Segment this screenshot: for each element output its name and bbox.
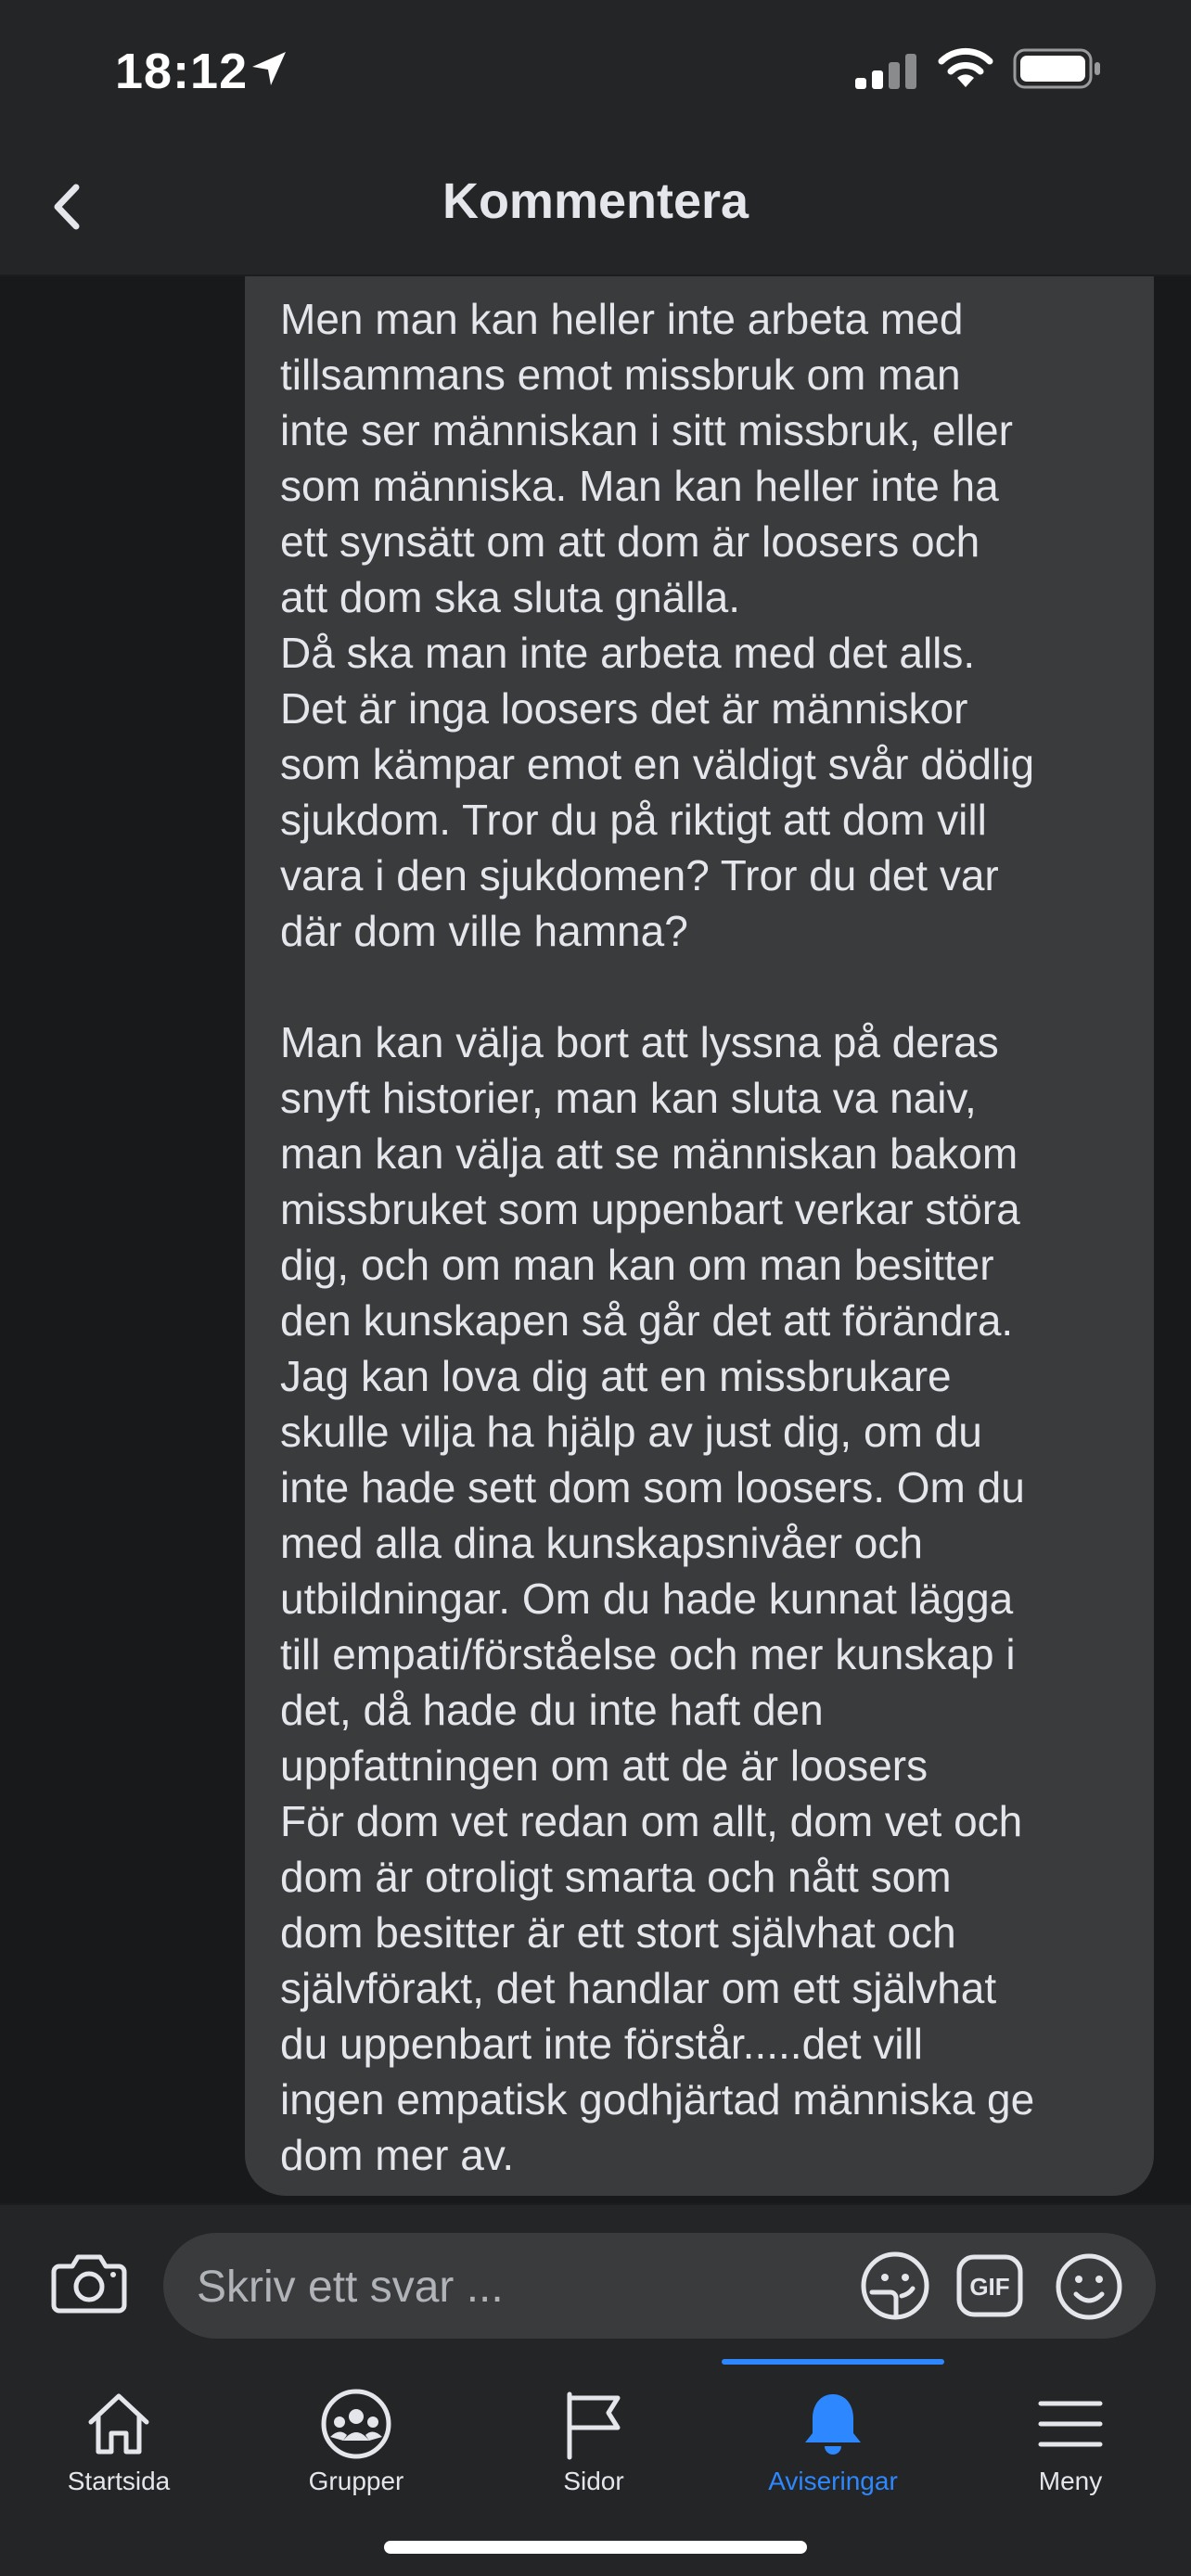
tab-label: Meny <box>1038 2467 1103 2495</box>
groups-icon <box>321 2389 391 2459</box>
flag-icon <box>567 2391 621 2460</box>
battery-icon <box>1013 48 1100 89</box>
bell-icon <box>805 2394 861 2455</box>
page-title: Kommentera <box>442 173 749 229</box>
reply-bar: GIF <box>0 2203 1191 2361</box>
comment-text: Men man kan heller inte arbeta med tills… <box>280 295 1035 2179</box>
home-icon <box>88 2393 149 2455</box>
gif-icon[interactable]: GIF <box>955 2251 1024 2320</box>
reply-input[interactable] <box>195 2233 866 2340</box>
sticker-icon[interactable] <box>857 2248 933 2324</box>
hamburger-menu-icon <box>1038 2401 1103 2447</box>
comment-thread: Men man kan heller inte arbeta med tills… <box>0 276 1191 2203</box>
tab-label: Grupper <box>308 2467 404 2495</box>
svg-text:GIF: GIF <box>969 2273 1009 2301</box>
emoji-icon[interactable] <box>1054 2251 1124 2322</box>
tab-meny[interactable]: Meny <box>952 2378 1189 2544</box>
location-arrow-icon <box>252 52 286 85</box>
tab-grupper[interactable]: Grupper <box>237 2378 475 2544</box>
cellular-signal-icon <box>855 54 916 89</box>
tab-startsida[interactable]: Startsida <box>0 2378 237 2544</box>
tab-sidor[interactable]: Sidor <box>475 2378 712 2544</box>
app-header: Kommentera <box>0 139 1191 276</box>
home-indicator[interactable] <box>384 2541 807 2554</box>
tab-label: Aviseringar <box>768 2467 898 2495</box>
active-tab-indicator <box>722 2359 944 2365</box>
tab-aviseringar[interactable]: Aviseringar <box>714 2378 952 2544</box>
reply-input-container: GIF <box>163 2233 1156 2340</box>
status-time: 18:12 <box>115 44 249 99</box>
tab-label: Startsida <box>67 2467 171 2495</box>
camera-icon[interactable] <box>50 2242 128 2320</box>
tab-label: Sidor <box>563 2467 624 2495</box>
status-bar: 18:12 <box>0 0 1191 139</box>
wifi-icon <box>938 47 993 87</box>
